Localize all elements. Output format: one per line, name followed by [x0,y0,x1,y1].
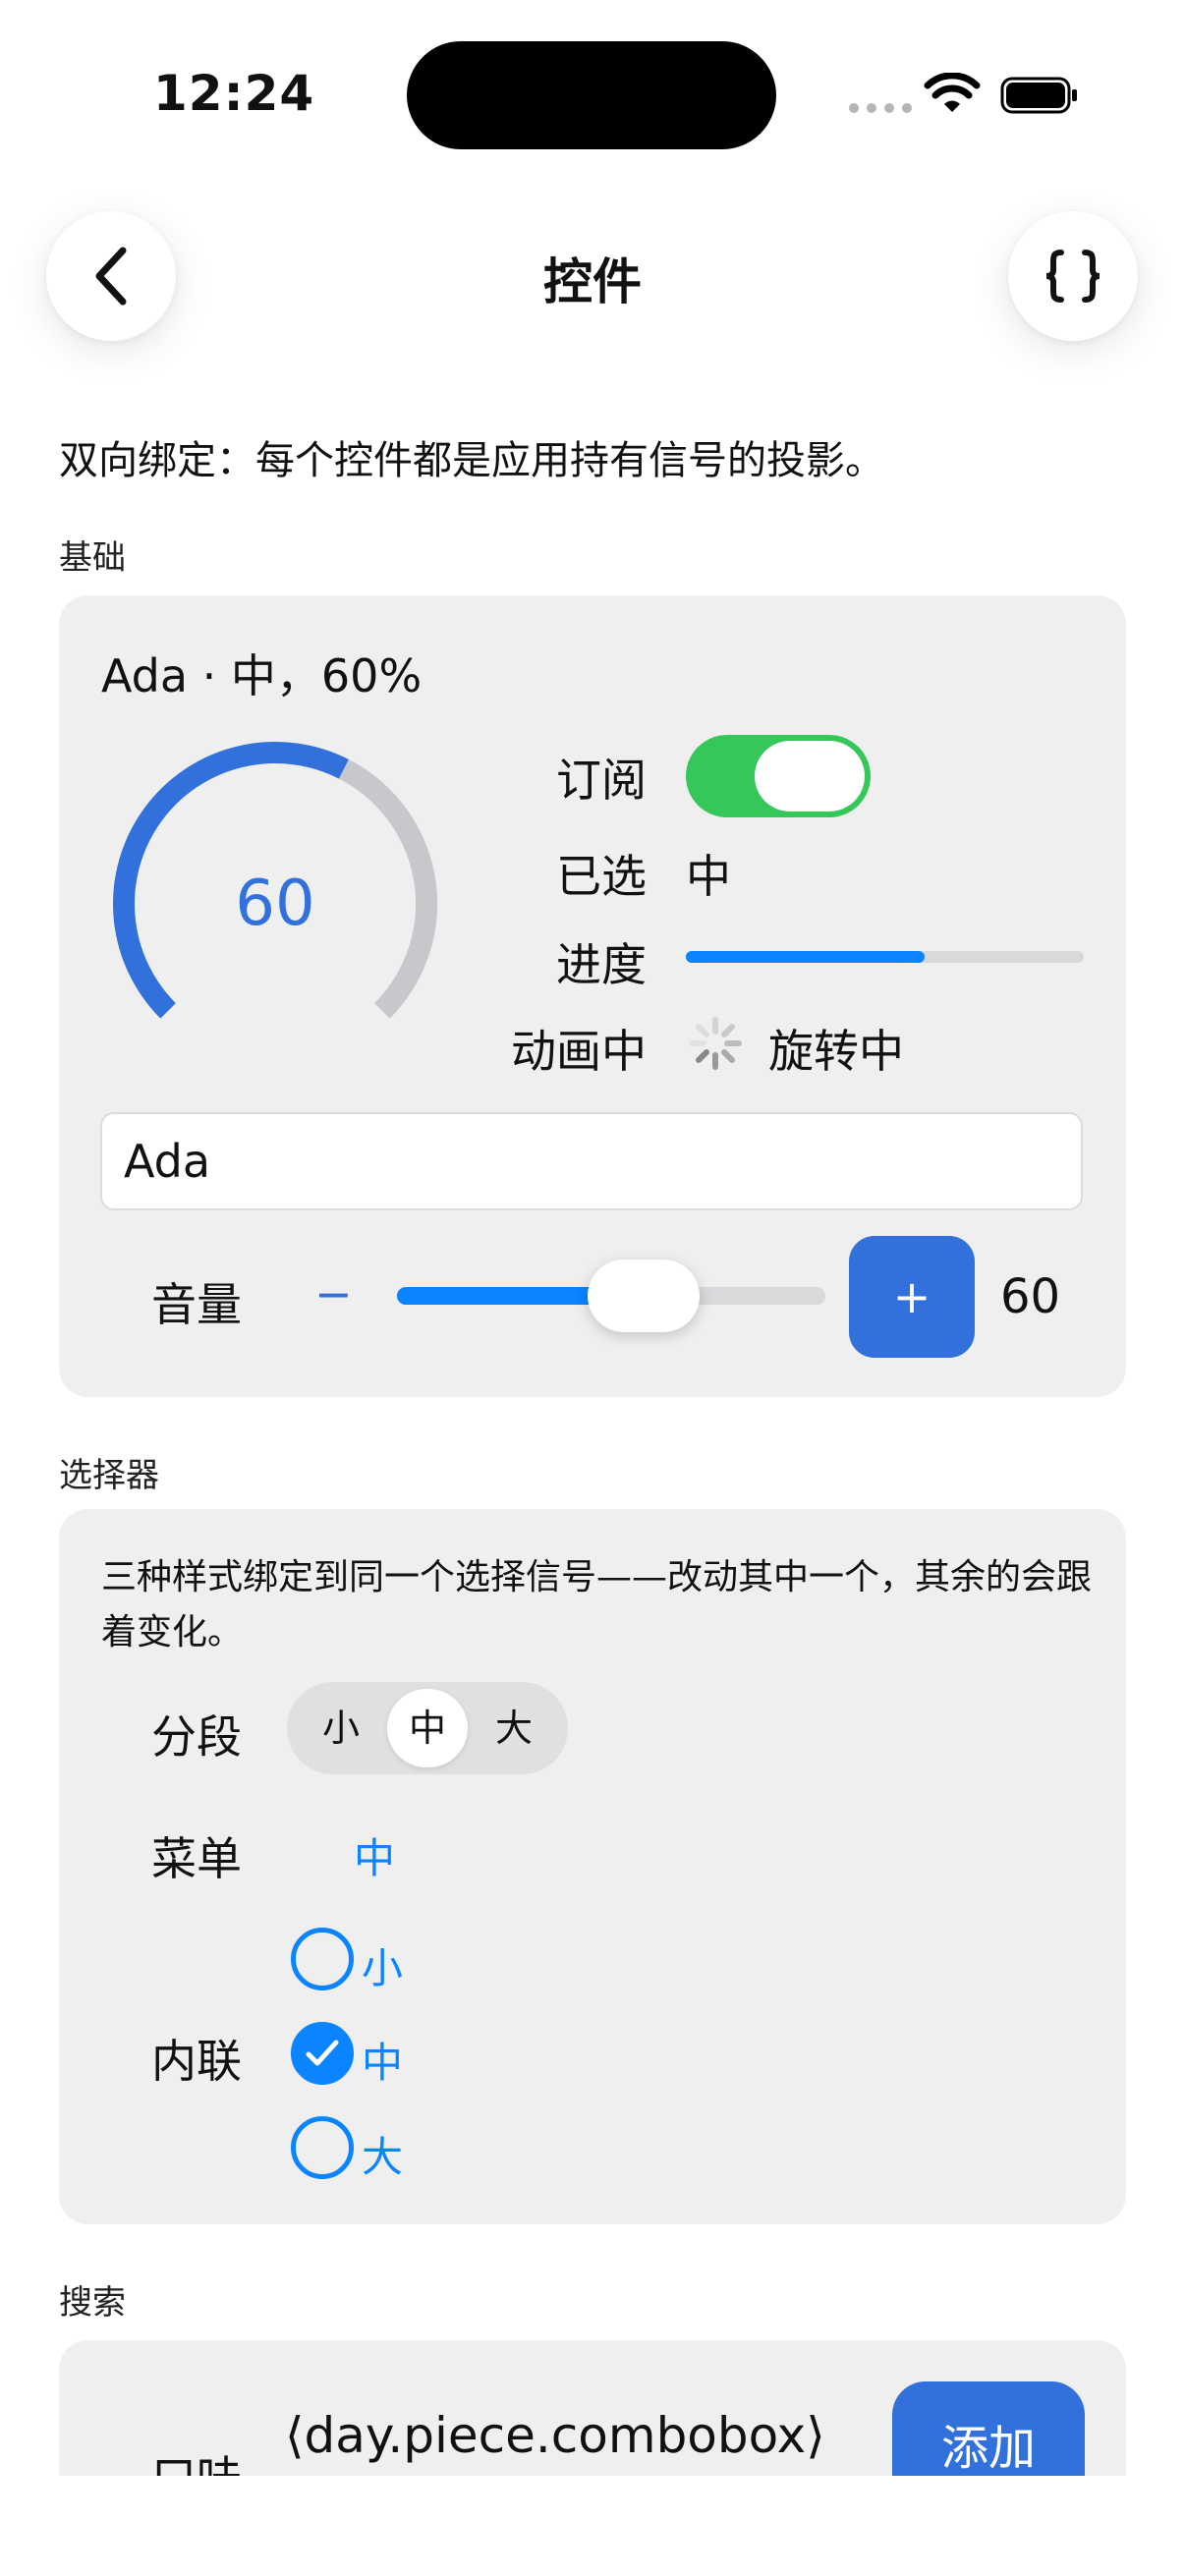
subscribe-label: 订阅 [556,754,647,807]
battery-icon [1000,77,1077,114]
radio-small[interactable] [291,1928,354,1990]
toggle-knob [755,741,865,812]
radio-medium[interactable] [291,2022,354,2085]
code-button[interactable] [1008,211,1138,341]
volume-value: 60 [1000,1269,1061,1324]
selected-value: 中 [686,850,731,903]
name-text-field[interactable]: Ada [100,1112,1083,1210]
braces-icon [1045,250,1100,303]
page-subtitle: 双向绑定：每个控件都是应用持有信号的投影。 [59,438,884,483]
volume-decrement-button[interactable]: − [314,1267,353,1320]
progress-label: 进度 [556,938,647,991]
dynamic-island [407,41,776,149]
radio-large[interactable] [291,2116,354,2179]
status-time: 12:24 [153,65,315,122]
flavor-combobox[interactable]: ⟨day.piece.combobox⟩ [285,2407,825,2464]
picker-description: 三种样式绑定到同一个选择信号——改动其中一个，其余的会跟着变化。 [101,1557,1093,1652]
activity-spinner-icon [689,1017,742,1070]
radio-label-medium[interactable]: 中 [362,2030,403,2090]
cellular-signal-icon [849,103,912,113]
progress-bar [686,951,1084,963]
menu-picker[interactable]: 中 [354,1825,395,1885]
inline-label: 内联 [151,2035,242,2088]
segmented-label: 分段 [151,1710,242,1764]
bottom-safe-area [0,2476,1185,2576]
subscribe-toggle[interactable] [686,735,871,817]
radio-label-large[interactable]: 大 [362,2124,403,2184]
menu-label: 菜单 [151,1832,242,1885]
checkmark-icon [306,2040,339,2066]
radio-label-small[interactable]: 小 [362,1935,403,1995]
summary-text: Ada · 中，60% [101,649,423,702]
segmented-control: 小 中 大 [287,1682,568,1774]
volume-increment-button[interactable]: + [849,1236,975,1358]
gauge-value: 60 [235,868,315,940]
section-label-basics: 基础 [59,538,126,578]
volume-label: 音量 [151,1278,242,1331]
segment-small[interactable]: 小 [299,1682,383,1774]
animating-label: 动画中 [511,1025,647,1078]
section-label-search: 搜索 [59,2283,126,2323]
segment-medium[interactable]: 中 [385,1682,470,1774]
selected-label: 已选 [556,850,647,903]
section-label-picker: 选择器 [59,1456,159,1495]
slider-thumb[interactable] [588,1260,700,1332]
progress-fill [686,951,925,963]
segment-large[interactable]: 大 [472,1682,556,1774]
animating-value: 旋转中 [768,1025,904,1078]
wifi-icon [924,73,981,112]
